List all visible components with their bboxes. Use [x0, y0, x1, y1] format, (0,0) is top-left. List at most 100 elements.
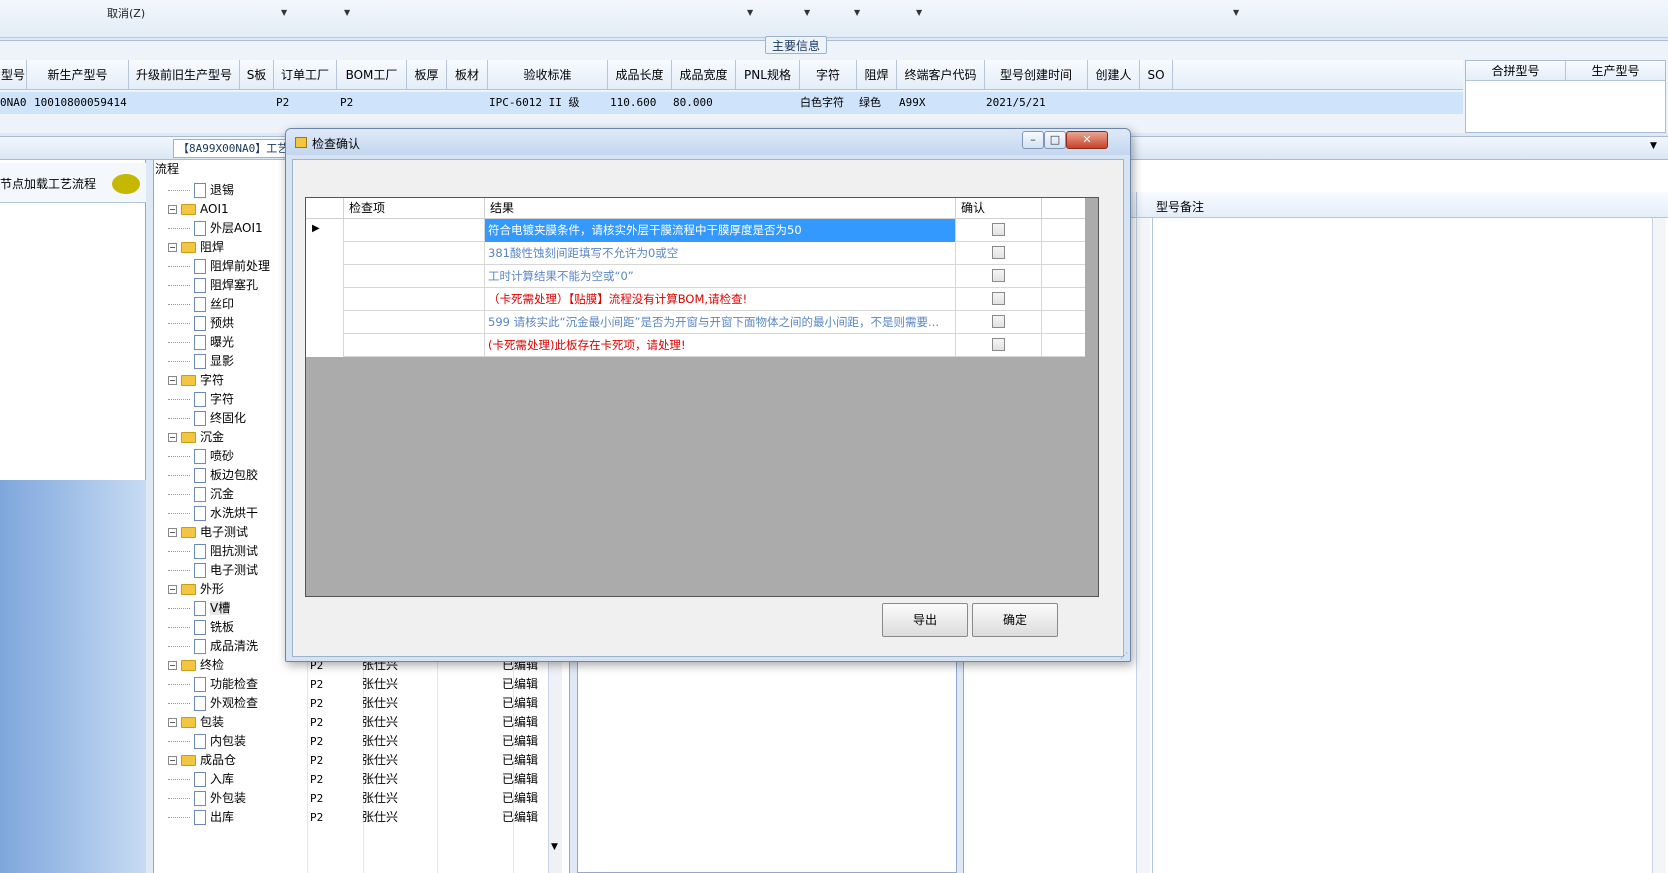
header-model[interactable]: 型号	[0, 60, 27, 90]
cell-status: 已编辑	[502, 753, 539, 767]
header-creator[interactable]: 创建人	[1088, 60, 1140, 90]
header-thickness[interactable]: 板厚	[407, 60, 447, 90]
header-mask[interactable]: 阻焊	[857, 60, 897, 90]
cell-check-item[interactable]	[344, 265, 485, 288]
tab-route[interactable]: 【8A99X00NA0】工艺	[173, 139, 294, 158]
cell-result[interactable]: 599 请核实此“沉金最小间距”是否为开窗与开窗下面物体之间的最小间距，不是则需…	[485, 311, 956, 334]
tree-node[interactable]: 出库 P2 张仕兴 已编辑	[168, 808, 568, 827]
header-length[interactable]: 成品长度	[608, 60, 672, 90]
header-material[interactable]: 板材	[447, 60, 488, 90]
header-merge-model[interactable]: 合拼型号	[1466, 61, 1566, 81]
header-confirm[interactable]: 确认	[956, 198, 1042, 219]
confirm-checkbox[interactable]	[992, 292, 1005, 305]
header-customer-code[interactable]: 终端客户代码	[897, 60, 985, 90]
cell-check-item[interactable]	[344, 311, 485, 334]
cell-result[interactable]: 381酸性蚀刻间距填写不允许为0或空	[485, 242, 956, 265]
tree-node[interactable]: − 成品仓 P2 张仕兴 已编辑	[168, 751, 568, 770]
table-row[interactable]: 381酸性蚀刻间距填写不允许为0或空	[306, 242, 1085, 265]
collapse-icon[interactable]: −	[168, 376, 177, 385]
header-result[interactable]: 结果	[485, 198, 956, 219]
document-icon	[194, 696, 206, 711]
table-row[interactable]: ▶ 符合电镀夹膜条件，请核实外层干膜流程中干膜厚度是否为50	[306, 219, 1085, 242]
right-scrollbar[interactable]	[1136, 218, 1150, 873]
confirm-checkbox[interactable]	[992, 338, 1005, 351]
table-row[interactable]: 工时计算结果不能为空或“0”	[306, 265, 1085, 288]
minimize-icon[interactable]: –	[1022, 131, 1044, 149]
tree-node[interactable]: 功能检查 P2 张仕兴 已编辑	[168, 675, 568, 694]
dropdown-arrow-icon[interactable]: ▼	[344, 8, 350, 17]
row-header[interactable]	[306, 242, 344, 265]
header-model-remark[interactable]: 型号备注	[1156, 198, 1204, 215]
dialog-titlebar[interactable]: 检查确认 – □ ✕	[286, 129, 1130, 155]
row-header[interactable]: ▶	[306, 219, 344, 242]
far-right-scrollbar[interactable]	[1652, 218, 1666, 873]
confirm-checkbox[interactable]	[992, 246, 1005, 259]
cell-check-item[interactable]	[344, 219, 485, 242]
header-s-board[interactable]: S板	[240, 60, 274, 90]
table-row[interactable]: 599 请核实此“沉金最小间距”是否为开窗与开窗下面物体之间的最小间距，不是则需…	[306, 311, 1085, 334]
cell-check-item[interactable]	[344, 334, 485, 357]
tree-node[interactable]: 外包装 P2 张仕兴 已编辑	[168, 789, 568, 808]
header-pnl[interactable]: PNL规格	[736, 60, 800, 90]
cell-result[interactable]: （卡死需处理）【贴膜】流程没有计算BOM,请检查!	[485, 288, 956, 311]
cell-result[interactable]: 工时计算结果不能为空或“0”	[485, 265, 956, 288]
dropdown-arrow-icon[interactable]: ▼	[1233, 8, 1239, 17]
cell-factory: P2	[310, 697, 324, 710]
header-width[interactable]: 成品宽度	[672, 60, 736, 90]
header-production-model[interactable]: 生产型号	[1566, 61, 1665, 81]
row-header[interactable]	[306, 265, 344, 288]
ok-button[interactable]: 确定	[972, 603, 1058, 637]
confirm-checkbox[interactable]	[992, 315, 1005, 328]
table-row[interactable]: 0NA0 10010800059414 P2 P2 IPC-6012 II 级 …	[0, 92, 1463, 114]
collapse-icon[interactable]: −	[168, 718, 177, 727]
maximize-icon[interactable]: □	[1044, 131, 1066, 149]
tree-node[interactable]: 外观检查 P2 张仕兴 已编辑	[168, 694, 568, 713]
collapse-icon[interactable]: −	[168, 528, 177, 537]
export-button[interactable]: 导出	[882, 603, 968, 637]
row-header[interactable]	[306, 288, 344, 311]
dropdown-arrow-icon[interactable]: ▼	[854, 8, 860, 17]
confirm-checkbox[interactable]	[992, 223, 1005, 236]
header-bom-factory[interactable]: BOM工厂	[337, 60, 407, 90]
tree-node[interactable]: − 包装 P2 张仕兴 已编辑	[168, 713, 568, 732]
header-order-factory[interactable]: 订单工厂	[274, 60, 337, 90]
header-so[interactable]: SO	[1140, 60, 1173, 90]
row-header[interactable]	[306, 334, 344, 357]
dropdown-arrow-icon[interactable]: ▼	[747, 8, 753, 17]
confirm-checkbox[interactable]	[992, 269, 1005, 282]
collapse-icon[interactable]: −	[168, 205, 177, 214]
cell-check-item[interactable]	[344, 242, 485, 265]
cell-result[interactable]: (卡死需处理)此板存在卡死项，请处理!	[485, 334, 956, 357]
close-icon[interactable]: ✕	[1066, 131, 1108, 149]
scroll-down-icon[interactable]: ▼	[551, 842, 558, 852]
left-sidebar-title: 节点加载工艺流程	[0, 177, 97, 191]
table-row[interactable]: （卡死需处理）【贴膜】流程没有计算BOM,请检查!	[306, 288, 1085, 311]
dropdown-arrow-icon[interactable]: ▼	[916, 8, 922, 17]
dropdown-arrow-icon[interactable]: ▼	[281, 8, 287, 17]
dropdown-arrow-icon[interactable]: ▼	[804, 8, 810, 17]
header-char[interactable]: 字符	[800, 60, 857, 90]
cell-result[interactable]: 符合电镀夹膜条件，请核实外层干膜流程中干膜厚度是否为50	[485, 219, 956, 242]
resize-grip-icon[interactable]: ⋰	[1120, 651, 1128, 660]
chevron-down-icon[interactable]: ▼	[1650, 141, 1657, 151]
collapse-icon[interactable]: −	[168, 433, 177, 442]
row-header[interactable]	[306, 311, 344, 334]
header-new-model[interactable]: 新生产型号	[27, 60, 129, 90]
collapse-icon[interactable]: −	[168, 756, 177, 765]
merge-model-grid[interactable]: 合拼型号 生产型号	[1465, 60, 1666, 133]
chat-bubble-icon[interactable]	[112, 174, 140, 194]
collapse-icon[interactable]: −	[168, 243, 177, 252]
header-old-model[interactable]: 升级前旧生产型号	[129, 60, 240, 90]
table-row[interactable]: (卡死需处理)此板存在卡死项，请处理!	[306, 334, 1085, 357]
header-created[interactable]: 型号创建时间	[985, 60, 1088, 90]
tree-node[interactable]: 入库 P2 张仕兴 已编辑	[168, 770, 568, 789]
cell-check-item[interactable]	[344, 288, 485, 311]
tree-node-label: 显影	[210, 354, 235, 368]
cancel-menu-item[interactable]: 取消(Z)	[107, 5, 145, 21]
tree-node[interactable]: 内包装 P2 张仕兴 已编辑	[168, 732, 568, 751]
check-grid[interactable]: 检查项 结果 确认 ▶ 符合电镀夹膜条件，请核实外层干膜流程中干膜厚度是否为50 3…	[305, 197, 1099, 597]
collapse-icon[interactable]: −	[168, 585, 177, 594]
header-check-item[interactable]: 检查项	[344, 198, 485, 219]
header-standard[interactable]: 验收标准	[488, 60, 608, 90]
collapse-icon[interactable]: −	[168, 661, 177, 670]
